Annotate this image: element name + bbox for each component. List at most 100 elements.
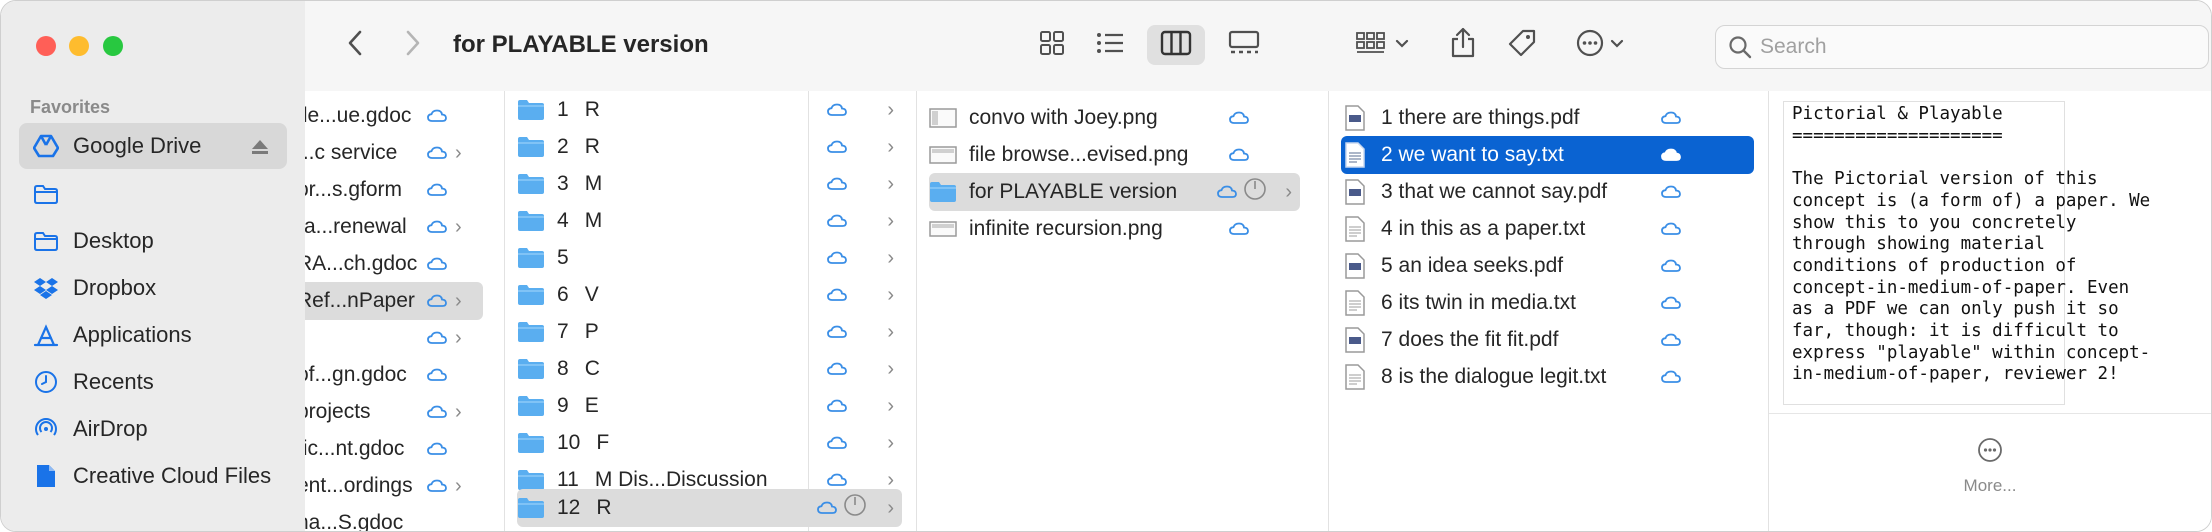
close-window-button[interactable] <box>36 36 56 56</box>
action-button[interactable] <box>1567 25 1633 65</box>
list-item[interactable]: 5 › <box>517 239 902 277</box>
ellipsis-circle-icon <box>1945 437 2035 468</box>
zoom-window-button[interactable] <box>103 36 123 56</box>
list-item[interactable]: 7 P › <box>517 313 902 351</box>
list-item[interactable]: file browse...evised.png <box>929 136 1314 174</box>
cloud-icon <box>1217 185 1237 199</box>
list-item-selected[interactable]: 12 R › <box>517 489 902 527</box>
list-item-selected[interactable]: 2 we want to say.txt <box>1341 136 1754 174</box>
chevron-right-icon: › <box>887 320 894 343</box>
text-file-icon <box>1341 216 1369 242</box>
column-4: 1 there are things.pdf 2 we want to say.… <box>1329 91 1769 531</box>
back-button[interactable] <box>335 25 375 65</box>
chevron-right-icon: › <box>455 400 462 423</box>
cloud-icon <box>1661 296 1681 310</box>
list-item[interactable]: infinite recursion.png <box>929 210 1314 248</box>
list-item[interactable]: 4 M › <box>517 202 902 240</box>
list-item-selected[interactable]: for PLAYABLE version › <box>929 173 1300 211</box>
chevron-right-icon: › <box>887 431 894 454</box>
list-item[interactable]: 6 its twin in media.txt <box>1341 284 1754 322</box>
list-item[interactable]: 3 that we cannot say.pdf <box>1341 173 1754 211</box>
list-item[interactable]: 10 F › <box>517 424 902 462</box>
folder-icon <box>517 97 545 123</box>
search-icon <box>1728 35 1752 59</box>
chevron-left-icon <box>347 30 363 61</box>
folder-icon <box>517 319 545 345</box>
more-label: More... <box>1963 476 2017 495</box>
minimize-window-button[interactable] <box>69 36 89 56</box>
cloud-icon <box>1661 259 1681 273</box>
eject-icon[interactable] <box>251 135 269 161</box>
list-item[interactable]: 7 does the fit fit.pdf <box>1341 321 1754 359</box>
list-item[interactable]: 8 C › <box>517 350 902 388</box>
list-item[interactable]: 1 there are things.pdf <box>1341 99 1754 137</box>
chevron-right-icon: › <box>887 283 894 306</box>
list-view-button[interactable] <box>1089 25 1131 65</box>
chevron-down-icon <box>1395 36 1409 54</box>
chevron-right-icon: › <box>887 394 894 417</box>
chevron-down-icon <box>1610 36 1624 54</box>
sync-progress-icon <box>843 493 867 523</box>
cloud-icon <box>427 479 447 493</box>
list-item[interactable]: 8 is the dialogue legit.txt <box>1341 358 1754 396</box>
list-item-selected[interactable]: Ref...nPaper › <box>297 282 483 320</box>
sidebar-item-label: Google Drive <box>73 133 202 158</box>
list-item[interactable]: convo with Joey.png <box>929 99 1314 137</box>
text-file-icon <box>1341 142 1369 168</box>
cloud-icon <box>427 442 447 456</box>
list-item[interactable]: 3 M › <box>517 165 902 203</box>
column-view-button[interactable] <box>1147 25 1205 65</box>
text-file-icon <box>1341 290 1369 316</box>
pdf-file-icon <box>1341 253 1369 279</box>
sidebar-item-google-drive[interactable]: Google Drive <box>19 123 287 169</box>
list-item[interactable]: 1 R › <box>517 91 902 129</box>
tags-button[interactable] <box>1501 25 1543 65</box>
gallery-view-button[interactable] <box>1221 25 1267 65</box>
column-2: 1 R › 2 R › 3 M › 4 M › 5 › 6 V › 7 P › 8 C › 9 E › 10 F › … <box>505 91 917 531</box>
cloud-icon <box>427 331 447 345</box>
search-placeholder: Search <box>1760 35 1827 58</box>
list-item[interactable]: 2 R › <box>517 128 902 166</box>
sidebar-item-folder[interactable] <box>19 171 287 217</box>
cloud-icon <box>827 251 847 265</box>
grid-icon <box>1039 30 1065 61</box>
more-button[interactable]: More... <box>1945 437 2035 496</box>
cloud-icon <box>427 368 447 382</box>
forward-button[interactable] <box>393 25 433 65</box>
sidebar-item-label: Dropbox <box>73 275 157 300</box>
sidebar-item-applications[interactable]: Applications <box>19 312 287 358</box>
sidebar-item-dropbox[interactable]: Dropbox <box>19 265 287 311</box>
list-item[interactable]: 5 an idea seeks.pdf <box>1341 247 1754 285</box>
sidebar-item-creative-cloud[interactable]: Creative Cloud Files <box>19 453 287 499</box>
preview-text: Pictorial & Playable ===================… <box>1792 104 2151 385</box>
column-browser: fle...ue.gdoc ...c service › or...s.gform… <box>297 91 2211 531</box>
group-by-button[interactable] <box>1349 25 1415 65</box>
icon-view-button[interactable] <box>1031 25 1073 65</box>
preview-document[interactable]: Pictorial & Playable ===================… <box>1783 101 2150 405</box>
chevron-right-icon: › <box>887 172 894 195</box>
folder-icon <box>31 179 61 209</box>
list-item[interactable]: 4 in this as a paper.txt <box>1341 210 1754 248</box>
image-file-icon <box>929 105 957 131</box>
google-drive-icon <box>31 131 61 161</box>
sidebar-item-recents[interactable]: Recents <box>19 359 287 405</box>
search-input[interactable]: Search <box>1715 25 2209 69</box>
cloud-icon <box>427 294 447 308</box>
share-button[interactable] <box>1443 25 1483 65</box>
applications-icon <box>31 320 61 350</box>
clock-icon <box>31 367 61 397</box>
cloud-icon <box>427 257 447 271</box>
cloud-icon <box>827 325 847 339</box>
sync-progress-icon <box>1243 177 1267 207</box>
list-item[interactable]: 9 E › <box>517 387 902 425</box>
sidebar-item-label: Recents <box>73 369 154 394</box>
cloud-icon <box>827 362 847 376</box>
sidebar-item-desktop[interactable]: Desktop <box>19 218 287 264</box>
group-icon <box>1355 31 1389 60</box>
chevron-right-icon: › <box>455 326 462 349</box>
dropbox-icon <box>31 273 61 303</box>
sidebar-item-airdrop[interactable]: AirDrop <box>19 406 287 452</box>
pdf-file-icon <box>1341 327 1369 353</box>
list-item[interactable]: 6 V › <box>517 276 902 314</box>
ellipsis-circle-icon <box>1576 29 1604 62</box>
